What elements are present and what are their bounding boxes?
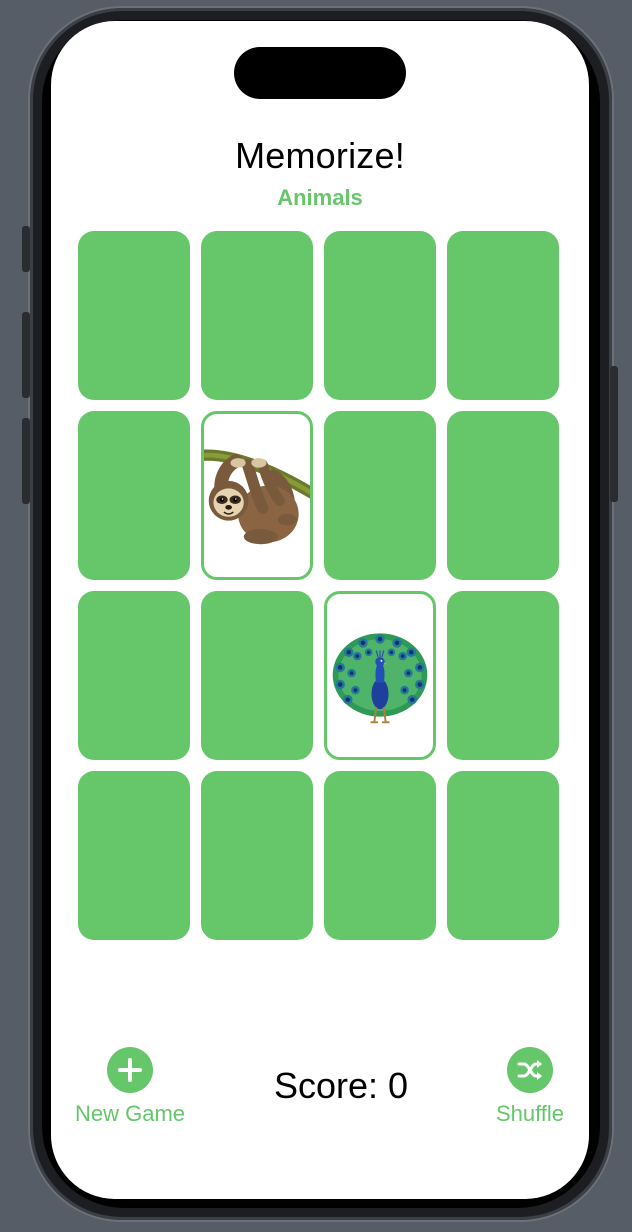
dynamic-island [234,47,406,99]
card-face-down[interactable] [324,231,436,400]
card-face-down[interactable] [78,411,190,580]
shuffle-icon [507,1047,553,1093]
sloth-icon [204,414,310,577]
shuffle-label: Shuffle [495,1101,565,1126]
card-face-down[interactable] [201,591,313,760]
card-face-down[interactable] [447,411,559,580]
card-grid [78,231,559,940]
volume-up-button [22,312,30,398]
plus-icon [107,1047,153,1093]
new-game-label: New Game [74,1101,186,1126]
power-button [610,366,618,502]
volume-down-button [22,418,30,504]
new-game-button[interactable]: New Game [69,1047,191,1127]
card-face-down[interactable] [447,591,559,760]
card-face-down[interactable] [201,771,313,940]
card-face-down[interactable] [78,231,190,400]
card-face-down[interactable] [201,231,313,400]
screen: Memorize! Animals New Game Score: 0 Shuf… [51,21,589,1199]
action-button [22,226,30,272]
card-face-down[interactable] [78,771,190,940]
card-face-down[interactable] [447,771,559,940]
theme-name: Animals [277,185,363,210]
card-face-down[interactable] [324,771,436,940]
app-title: Memorize! [235,135,405,176]
card-face-down[interactable] [324,411,436,580]
score-label: Score: 0 [273,1065,409,1106]
card-face-up[interactable] [324,591,436,760]
shuffle-button[interactable]: Shuffle [483,1047,577,1127]
card-face-up[interactable] [201,411,313,580]
card-face-down[interactable] [78,591,190,760]
peacock-icon [327,594,433,757]
card-face-down[interactable] [447,231,559,400]
